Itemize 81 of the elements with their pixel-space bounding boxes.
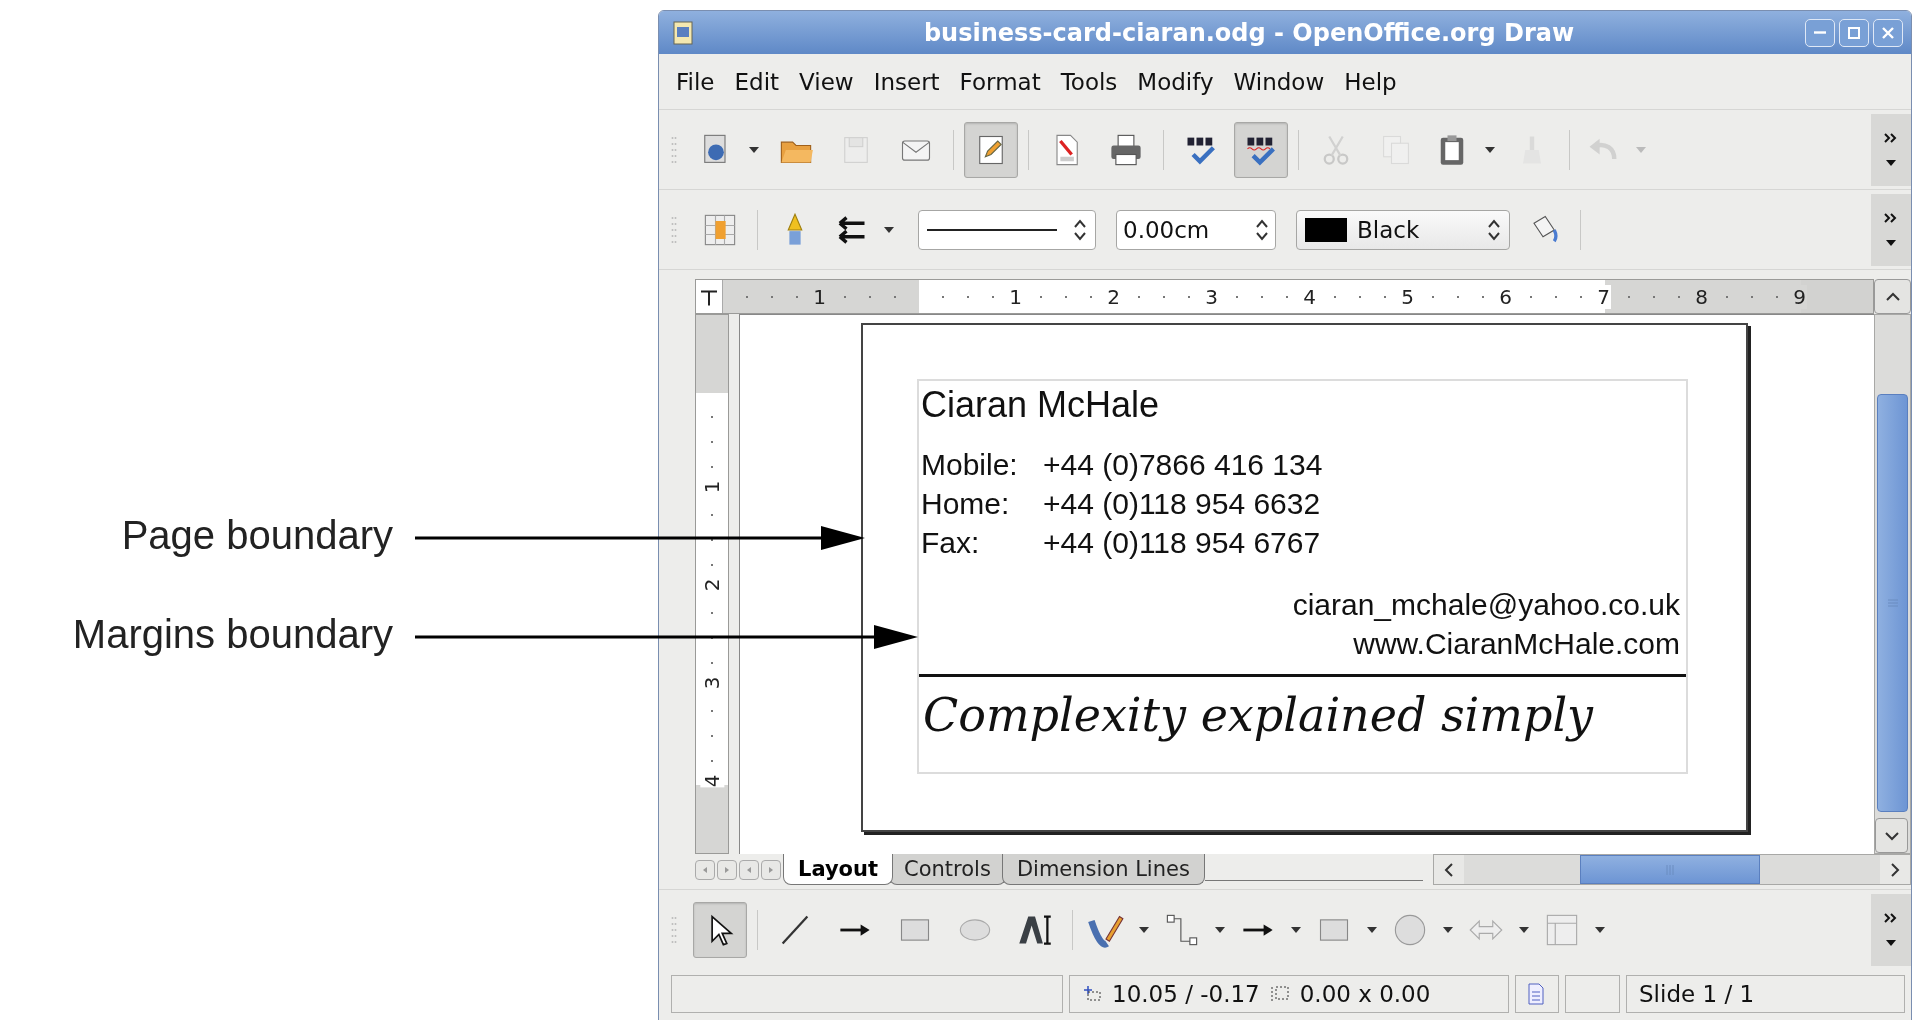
line-style-dropdown[interactable] (918, 209, 1096, 250)
caret-icon (1139, 926, 1149, 933)
document-icon (673, 20, 693, 45)
caret-icon (1595, 926, 1605, 933)
tab-stop-icon (696, 280, 723, 313)
email-text: ciaran_mchale@yahoo.co.uk (1292, 588, 1680, 621)
toolbar-button[interactable] (693, 901, 747, 958)
menu-item[interactable]: Insert (864, 64, 949, 99)
gripper-icon (671, 134, 677, 165)
maximize-icon (1847, 25, 1861, 40)
gripper-icon (671, 914, 677, 945)
close-button[interactable] (1873, 18, 1903, 47)
position-icon (1082, 984, 1102, 1004)
toolbar-button[interactable] (1234, 121, 1288, 178)
overflow-button[interactable] (1871, 193, 1911, 266)
ruler-number: 7 (1596, 284, 1611, 309)
slide-text: Slide 1 / 1 (1639, 981, 1755, 1007)
sheet-tab[interactable]: Dimension Lines (1001, 854, 1205, 885)
sheet-tab[interactable]: Layout (783, 854, 893, 885)
line-color-dropdown[interactable]: Black (1296, 209, 1510, 250)
menu-item[interactable]: Edit (725, 64, 789, 99)
caret-down-icon (1884, 830, 1899, 841)
menu-item[interactable]: Help (1335, 64, 1406, 99)
menu-item[interactable]: Modify (1128, 64, 1223, 99)
phone-label: Fax: (921, 525, 981, 561)
document-icon (1526, 982, 1546, 1006)
scroll-left-button[interactable] (1434, 855, 1464, 884)
nav-arrow-icon (723, 865, 731, 874)
menu-item[interactable]: File (667, 64, 724, 99)
website-text: www.CiaranMcHale.com (1353, 627, 1680, 660)
caret-icon (1519, 926, 1529, 933)
minimize-button[interactable] (1805, 18, 1835, 47)
nav-arrow-icon (767, 865, 775, 874)
nav-arrow-icon (745, 865, 753, 874)
phone-number: +44 (0)118 954 6632 (1043, 486, 1321, 522)
ruler-number: 4 (700, 774, 724, 788)
horizontal-scrollbar[interactable] (1433, 854, 1911, 885)
scroll-thumb[interactable] (1877, 394, 1908, 812)
caret-icon (1443, 926, 1453, 933)
menu-item[interactable]: Format (950, 64, 1050, 99)
caret-icon (1636, 146, 1646, 153)
close-icon (1881, 25, 1895, 40)
annotation-label: Page boundary (121, 512, 393, 559)
menu-item[interactable]: View (790, 64, 863, 99)
phone-label: Home: (921, 486, 1011, 522)
overflow-button[interactable] (1871, 893, 1911, 966)
sheet-tab[interactable]: Controls (889, 854, 1006, 885)
window-title: business-card-ciaran.odg - OpenOffice.org Draw (922, 18, 1576, 47)
minimize-icon (1814, 31, 1826, 34)
phone-number: +44 (0)118 954 6767 (1043, 525, 1321, 561)
caret-icon (1215, 926, 1225, 933)
card-name: Ciaran McHale (920, 383, 1161, 427)
scroll-right-button[interactable] (1880, 855, 1910, 884)
scroll-thumb[interactable] (1580, 855, 1760, 884)
status-field (1565, 975, 1620, 1013)
phone-number: +44 (0)7866 416 134 (1043, 447, 1323, 483)
caret-left-icon (1444, 862, 1454, 877)
position-text: 10.05 / -0.17 (1112, 981, 1260, 1007)
caret-up-icon (1885, 291, 1900, 302)
caret-icon (749, 146, 759, 153)
caret-icon (884, 226, 894, 233)
annotation-label: Margins boundary (72, 611, 393, 658)
maximize-button[interactable] (1839, 18, 1869, 47)
phone-label: Mobile: (921, 447, 1019, 483)
menu-item[interactable]: Tools (1051, 64, 1127, 99)
ruler-number: 9 (1792, 284, 1807, 309)
scroll-down-button[interactable] (1875, 818, 1908, 853)
vertical-scrollbar[interactable] (1874, 314, 1911, 854)
menu-item[interactable]: Window (1224, 64, 1334, 99)
scroll-up-button[interactable] (1874, 279, 1911, 314)
nav-arrow-icon (701, 865, 709, 874)
caret-icon (1485, 146, 1495, 153)
caret-icon (1367, 926, 1377, 933)
caret-right-icon (1890, 862, 1900, 877)
caret-icon (1291, 926, 1301, 933)
overflow-button[interactable] (1871, 113, 1911, 186)
tagline-text: Complexity explained simply (923, 688, 1594, 742)
size-icon (1269, 984, 1290, 1004)
size-text: 0.00 x 0.00 (1299, 981, 1431, 1007)
line-width-field[interactable]: 0.00cm (1116, 209, 1276, 250)
gripper-icon (671, 214, 677, 245)
